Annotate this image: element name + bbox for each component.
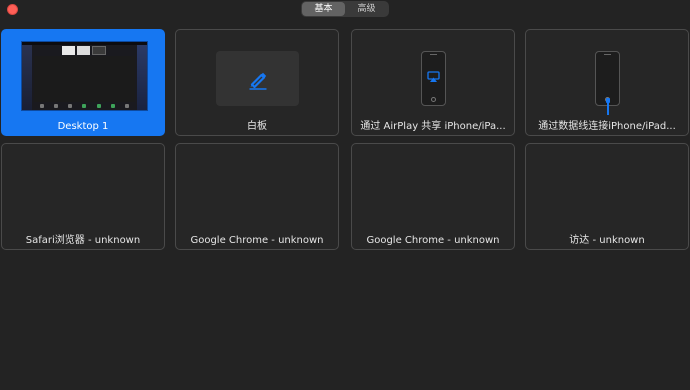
cable-icon <box>607 102 609 115</box>
share-tile-desktop[interactable]: Desktop 1 <box>1 29 165 136</box>
tab-basic[interactable]: 基本 <box>302 2 345 16</box>
tile-label: Desktop 1 <box>57 121 109 132</box>
share-tile-finder[interactable]: 访达 - unknown <box>525 143 689 250</box>
tile-label: Google Chrome - unknown <box>366 235 500 246</box>
share-tile-safari[interactable]: Safari浏览器 - unknown <box>1 143 165 250</box>
tile-label: Google Chrome - unknown <box>190 235 324 246</box>
tile-label: 通过数据线连接iPhone/iPad... <box>538 121 676 132</box>
pencil-icon <box>249 72 267 90</box>
tab-advanced[interactable]: 高级 <box>345 2 388 16</box>
share-tile-chrome-1[interactable]: Google Chrome - unknown <box>175 143 339 250</box>
desktop-thumbnail <box>21 41 148 111</box>
tile-label: Safari浏览器 - unknown <box>25 235 141 246</box>
share-tile-airplay[interactable]: 通过 AirPlay 共享 iPhone/iPa... <box>351 29 515 136</box>
close-window-button[interactable] <box>7 4 18 15</box>
phone-icon <box>421 51 446 106</box>
whiteboard-icon-box <box>216 51 299 106</box>
tile-label: 通过 AirPlay 共享 iPhone/iPa... <box>360 121 506 132</box>
share-tile-chrome-2[interactable]: Google Chrome - unknown <box>351 143 515 250</box>
tile-label: 访达 - unknown <box>569 235 645 246</box>
tile-label: 白板 <box>247 121 267 132</box>
tab-switcher: 基本 高级 <box>301 1 389 17</box>
share-tile-cable[interactable]: 通过数据线连接iPhone/iPad... <box>525 29 689 136</box>
share-tile-whiteboard[interactable]: 白板 <box>175 29 339 136</box>
